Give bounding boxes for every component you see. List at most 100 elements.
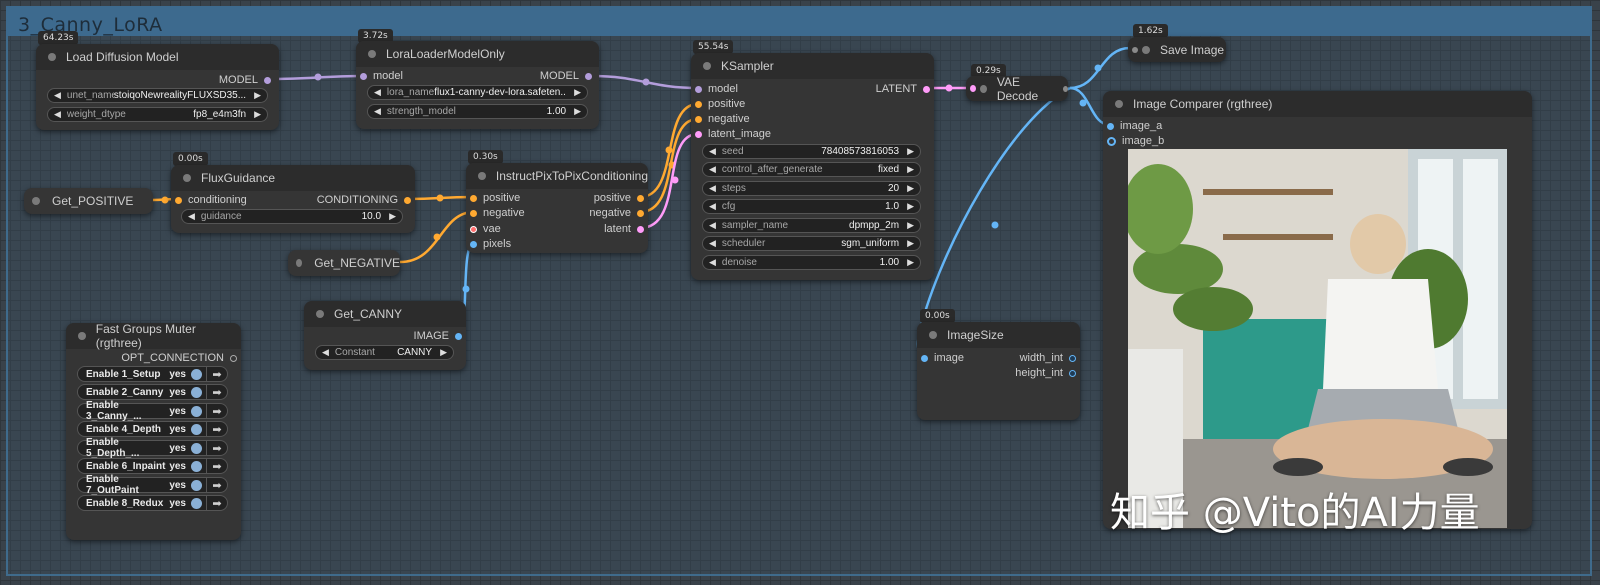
pin-icon[interactable] — [470, 240, 477, 248]
toggle-row[interactable]: Enable 5_Depth_... yes ➡ — [77, 437, 228, 459]
arrow-left-icon[interactable]: ◀ — [709, 257, 716, 268]
collapse-dot-icon[interactable] — [48, 53, 56, 61]
pin-icon[interactable] — [585, 72, 592, 80]
arrow-right-icon[interactable]: ▶ — [907, 220, 914, 231]
arrow-right-icon[interactable]: ▶ — [574, 87, 581, 98]
node-header[interactable]: FluxGuidance — [171, 165, 415, 191]
navigate-arrow-icon[interactable]: ➡ — [206, 459, 227, 473]
flux-guidance-node[interactable]: FluxGuidance conditioning CONDITIONING ◀… — [171, 165, 415, 233]
toggle-switch[interactable] — [191, 497, 202, 509]
arrow-left-icon[interactable]: ◀ — [374, 87, 381, 98]
output-latent[interactable]: latent — [604, 223, 644, 235]
toggle-row[interactable]: Enable 8_Redux yes ➡ — [77, 495, 228, 511]
guidance-widget[interactable]: ◀ guidance 10.0 ▶ — [181, 209, 403, 224]
input-negative[interactable]: negative — [695, 113, 750, 125]
load-diffusion-model-node[interactable]: Load Diffusion Model MODEL ◀ unet_name sto… — [36, 44, 279, 130]
seed-widget[interactable]: ◀ seed 78408573816053 ▶ — [702, 144, 921, 159]
input-pixels[interactable]: pixels — [470, 238, 511, 250]
constant-combo[interactable]: ◀ Constant CANNY ▶ — [315, 345, 454, 360]
arrow-left-icon[interactable]: ◀ — [374, 106, 381, 117]
toggle-switch[interactable] — [191, 386, 202, 398]
pin-icon[interactable] — [264, 76, 271, 84]
input-image-b[interactable]: image_b — [1107, 135, 1164, 147]
arrow-left-icon[interactable]: ◀ — [54, 90, 61, 101]
arrow-right-icon[interactable]: ▶ — [907, 146, 914, 157]
sampler-name-widget[interactable]: ◀ sampler_name dpmpp_2m ▶ — [702, 218, 921, 233]
input-conditioning[interactable]: conditioning — [175, 194, 247, 206]
arrow-left-icon[interactable]: ◀ — [709, 201, 716, 212]
arrow-left-icon[interactable]: ◀ — [54, 109, 61, 120]
navigate-arrow-icon[interactable]: ➡ — [206, 422, 227, 436]
output-pin-icon[interactable] — [1062, 85, 1068, 92]
input-positive[interactable]: positive — [470, 192, 520, 204]
collapse-dot-icon[interactable] — [929, 331, 937, 339]
pin-icon[interactable] — [470, 225, 477, 233]
output-negative[interactable]: negative — [589, 207, 644, 219]
navigate-arrow-icon[interactable]: ➡ — [206, 496, 227, 510]
arrow-left-icon[interactable]: ◀ — [709, 164, 716, 175]
collapse-dot-icon[interactable] — [32, 197, 40, 205]
arrow-right-icon[interactable]: ▶ — [907, 238, 914, 249]
output-height-int[interactable]: height_int — [1015, 367, 1076, 379]
arrow-right-icon[interactable]: ▶ — [574, 106, 581, 117]
pin-icon[interactable] — [404, 196, 411, 204]
vae-decode-node[interactable]: VAE Decode — [966, 75, 1068, 103]
output-positive[interactable]: positive — [594, 192, 644, 204]
steps-widget[interactable]: ◀ steps 20 ▶ — [702, 181, 921, 196]
cfg-widget[interactable]: ◀ cfg 1.0 ▶ — [702, 199, 921, 214]
instruct-pix-to-pix-node[interactable]: InstructPixToPixConditioning positive ne… — [466, 163, 648, 253]
collapse-dot-icon[interactable] — [296, 259, 303, 267]
arrow-left-icon[interactable]: ◀ — [709, 183, 716, 194]
ksampler-node[interactable]: KSampler model positive negative latent_… — [691, 53, 934, 280]
navigate-arrow-icon[interactable]: ➡ — [206, 385, 227, 399]
navigate-arrow-icon[interactable]: ➡ — [206, 478, 227, 492]
input-image[interactable]: image — [921, 352, 964, 364]
input-negative[interactable]: negative — [470, 207, 525, 219]
pin-icon[interactable] — [637, 209, 644, 217]
input-pin-icon[interactable] — [1132, 46, 1138, 53]
input-model[interactable]: model — [360, 70, 403, 82]
node-header[interactable]: Load Diffusion Model — [36, 44, 279, 70]
toggle-row[interactable]: Enable 7_OutPaint yes ➡ — [77, 474, 228, 496]
arrow-left-icon[interactable]: ◀ — [188, 211, 195, 222]
node-header[interactable]: InstructPixToPixConditioning — [466, 163, 648, 189]
input-latent-image[interactable]: latent_image — [695, 128, 771, 140]
arrow-right-icon[interactable]: ▶ — [907, 164, 914, 175]
pin-icon[interactable] — [923, 85, 930, 93]
navigate-arrow-icon[interactable]: ➡ — [206, 441, 227, 455]
input-positive[interactable]: positive — [695, 98, 745, 110]
lora-name-combo[interactable]: ◀ lora_name flux1-canny-dev-lora.safeten..… — [367, 85, 588, 100]
arrow-right-icon[interactable]: ▶ — [254, 90, 261, 101]
pin-icon[interactable] — [360, 72, 367, 80]
output-conditioning[interactable]: CONDITIONING — [317, 194, 411, 206]
pin-icon[interactable] — [1107, 136, 1116, 146]
pin-icon[interactable] — [470, 209, 477, 217]
pin-icon[interactable] — [921, 354, 928, 362]
denoise-widget[interactable]: ◀ denoise 1.00 ▶ — [702, 255, 921, 270]
collapse-dot-icon[interactable] — [1142, 45, 1150, 54]
toggle-row[interactable]: Enable 2_Canny yes ➡ — [77, 384, 228, 400]
toggle-row[interactable]: Enable 1_Setup yes ➡ — [77, 366, 228, 382]
node-header[interactable]: VAE Decode — [966, 75, 1068, 103]
node-header[interactable]: Image Comparer (rgthree) — [1103, 91, 1532, 117]
arrow-right-icon[interactable]: ▶ — [254, 109, 261, 120]
toggle-switch[interactable] — [191, 442, 202, 454]
weight-dtype-combo[interactable]: ◀ weight_dtype fp8_e4m3fn ▶ — [47, 107, 268, 122]
pin-icon[interactable] — [695, 115, 702, 123]
toggle-switch[interactable] — [191, 423, 202, 435]
output-width-int[interactable]: width_int — [1020, 352, 1076, 364]
input-model[interactable]: model — [695, 83, 738, 95]
toggle-switch[interactable] — [191, 368, 202, 380]
navigate-arrow-icon[interactable]: ➡ — [206, 404, 227, 418]
output-model[interactable]: MODEL — [540, 70, 592, 82]
arrow-left-icon[interactable]: ◀ — [709, 220, 716, 231]
collapse-dot-icon[interactable] — [368, 50, 376, 58]
node-header[interactable]: LoraLoaderModelOnly — [356, 41, 599, 67]
toggle-switch[interactable] — [191, 479, 202, 491]
comparison-image[interactable] — [1128, 149, 1507, 528]
toggle-row[interactable]: Enable 4_Depth yes ➡ — [77, 421, 228, 437]
collapse-dot-icon[interactable] — [478, 172, 486, 180]
get-positive-node[interactable]: Get_POSITIVE — [24, 188, 153, 214]
toggle-row[interactable]: Enable 3_Canny_... yes ➡ — [77, 400, 228, 422]
pin-icon[interactable] — [455, 332, 462, 340]
